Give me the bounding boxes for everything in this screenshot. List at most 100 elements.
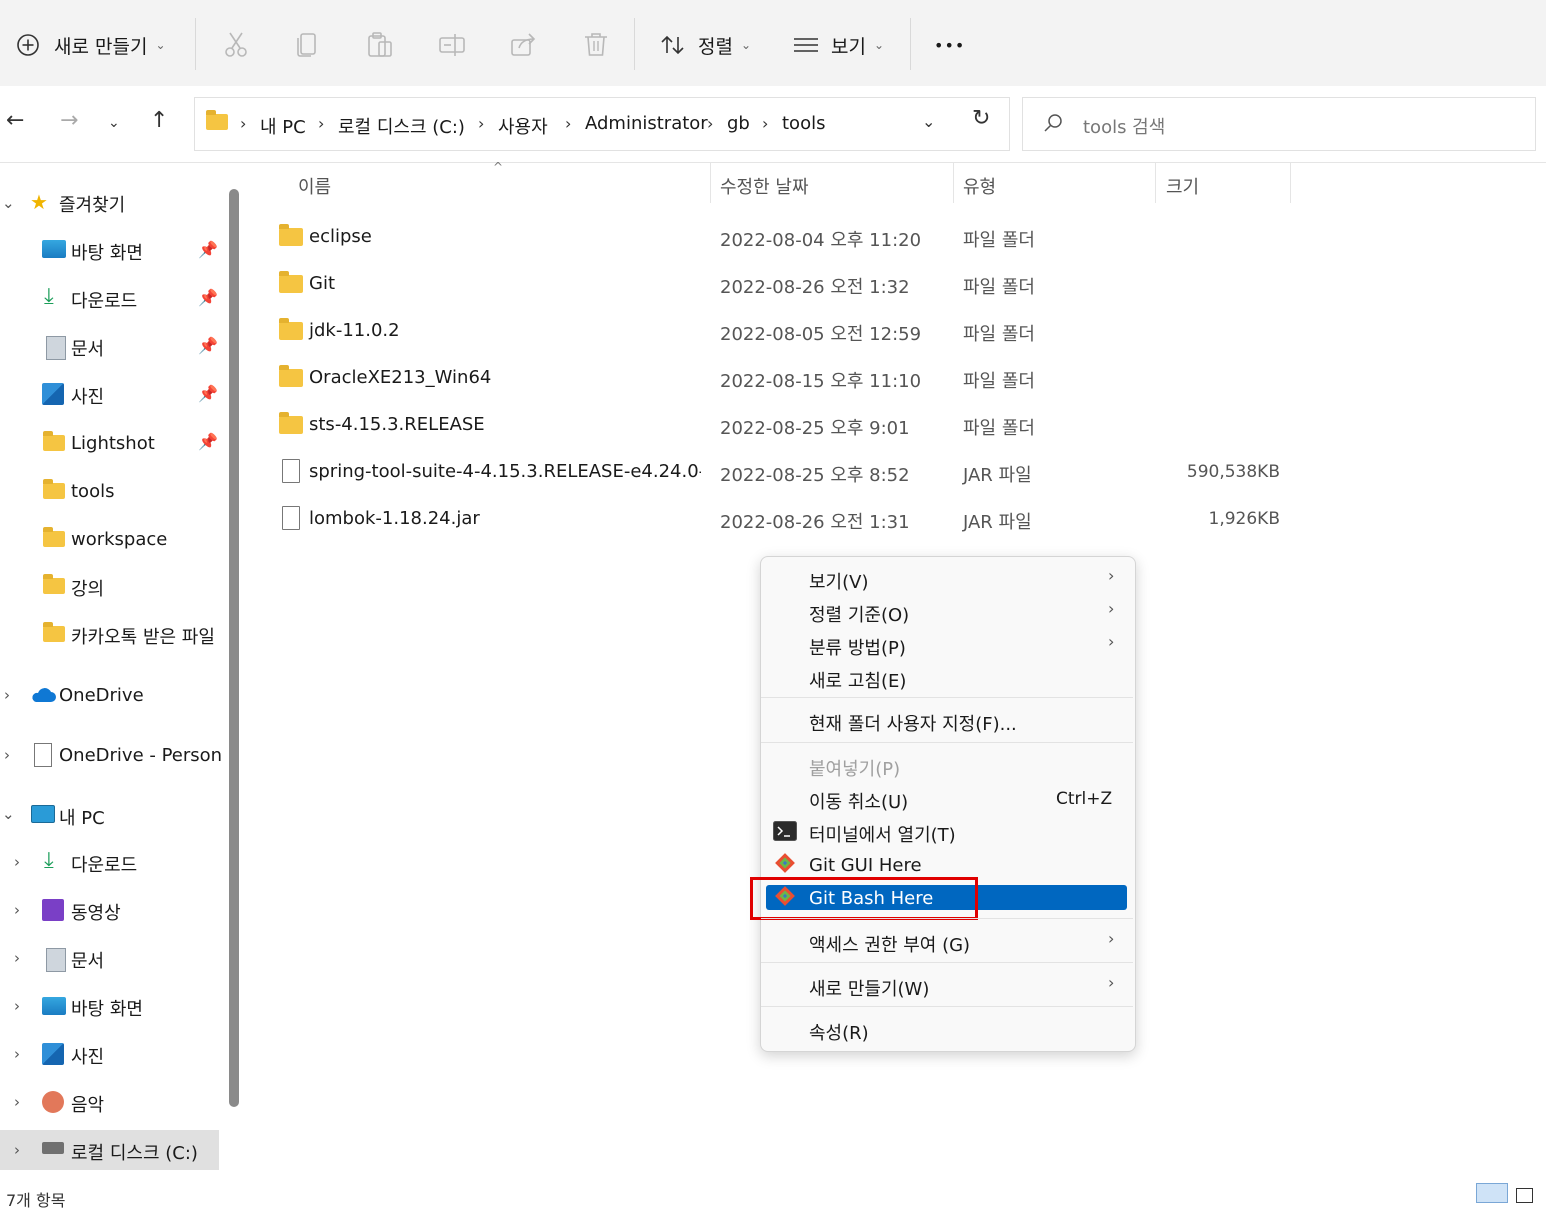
recent-chevron-icon[interactable]: ⌄: [108, 115, 120, 131]
pin-icon[interactable]: 📌: [198, 288, 218, 307]
paste-icon[interactable]: [366, 30, 394, 60]
sort-button[interactable]: 정렬 ⌄: [660, 22, 751, 68]
menu-item-group-by[interactable]: 분류 방법(P): [809, 634, 906, 660]
chevron-right-icon[interactable]: ›: [14, 949, 20, 967]
new-button[interactable]: 새로 만들기 ⌄: [16, 22, 166, 68]
sidebar-item-tools[interactable]: tools: [71, 481, 114, 502]
copy-icon[interactable]: [294, 30, 322, 60]
details-view-toggle[interactable]: [1476, 1183, 1508, 1203]
file-icon: [282, 506, 300, 530]
pin-icon[interactable]: 📌: [198, 384, 218, 403]
folder-icon: [279, 412, 303, 434]
sidebar-item-lecture[interactable]: 강의: [71, 575, 104, 601]
menu-item-git-gui[interactable]: Git GUI Here: [809, 855, 922, 876]
pc-item-desktop[interactable]: 바탕 화면: [71, 995, 143, 1021]
sidebar-onedrive-personal[interactable]: OneDrive - Personal: [59, 745, 221, 766]
column-header-name[interactable]: 이름: [298, 173, 331, 199]
pc-item-local-disk[interactable]: 로컬 디스크 (C:): [71, 1139, 198, 1165]
menu-item-properties[interactable]: 속성(R): [809, 1019, 869, 1045]
file-type: 파일 폴더: [963, 418, 1035, 439]
sidebar-item-kakaotalk[interactable]: 카카오톡 받은 파일: [71, 627, 215, 648]
forward-arrow-icon[interactable]: →: [60, 108, 78, 133]
chevron-right-icon[interactable]: ›: [4, 746, 10, 764]
sidebar-onedrive[interactable]: OneDrive: [59, 685, 144, 706]
sidebar-this-pc[interactable]: 내 PC: [59, 804, 105, 830]
more-options-button[interactable]: •••: [934, 22, 965, 68]
chevron-right-icon[interactable]: ›: [14, 901, 20, 919]
menu-item-sort-by[interactable]: 정렬 기준(O): [809, 601, 909, 627]
cut-icon[interactable]: [222, 30, 250, 60]
chevron-right-icon[interactable]: ›: [14, 997, 20, 1015]
pin-icon[interactable]: 📌: [198, 336, 218, 355]
chevron-right-icon[interactable]: ›: [4, 686, 10, 704]
breadcrumb-tools[interactable]: tools: [782, 113, 825, 134]
pc-item-documents[interactable]: 문서: [71, 947, 104, 973]
view-button[interactable]: 보기 ⌄: [793, 22, 884, 68]
column-divider[interactable]: [1155, 163, 1156, 203]
sidebar-item-workspace[interactable]: workspace: [71, 529, 167, 550]
sidebar-favorites[interactable]: 즐겨찾기: [59, 191, 125, 217]
column-divider[interactable]: [710, 163, 711, 203]
chevron-down-icon[interactable]: ⌄: [2, 805, 15, 823]
file-name[interactable]: sts-4.15.3.RELEASE: [309, 414, 485, 435]
column-divider[interactable]: [1290, 163, 1291, 203]
pc-item-downloads[interactable]: 다운로드: [71, 851, 137, 877]
menu-item-undo-move[interactable]: 이동 취소(U): [809, 788, 908, 814]
chevron-right-icon[interactable]: ›: [14, 853, 20, 871]
menu-item-view[interactable]: 보기(V): [809, 568, 868, 594]
rename-icon[interactable]: [438, 30, 466, 60]
chevron-right-icon: ›: [1108, 599, 1115, 618]
chevron-right-icon[interactable]: ›: [14, 1141, 20, 1159]
search-placeholder[interactable]: tools 검색: [1083, 113, 1165, 139]
up-arrow-icon[interactable]: ↑: [150, 108, 168, 133]
menu-item-new[interactable]: 새로 만들기(W): [809, 975, 929, 1001]
delete-icon[interactable]: [582, 30, 610, 60]
menu-separator: [761, 1006, 1133, 1007]
share-icon[interactable]: [510, 30, 538, 60]
menu-item-give-access[interactable]: 액세스 권한 부여 (G): [809, 931, 970, 957]
sidebar-item-downloads[interactable]: 다운로드: [71, 287, 137, 313]
document-icon: [46, 948, 66, 972]
breadcrumb-my-pc[interactable]: 내 PC: [260, 113, 306, 139]
file-name[interactable]: spring-tool-suite-4-4.15.3.RELEASE-e4.24…: [309, 461, 701, 482]
pin-icon[interactable]: 📌: [198, 432, 218, 451]
file-date: 2022-08-05 오전 12:59: [720, 324, 922, 345]
chevron-right-icon[interactable]: ›: [14, 1093, 20, 1111]
menu-item-refresh[interactable]: 새로 고침(E): [809, 667, 906, 693]
column-header-size[interactable]: 크기: [1166, 173, 1199, 199]
folder-icon: [43, 527, 65, 547]
sidebar-item-documents[interactable]: 문서: [71, 335, 104, 361]
sidebar-item-pictures[interactable]: 사진: [71, 383, 104, 409]
breadcrumb-users[interactable]: 사용자: [498, 113, 548, 139]
sidebar-item-desktop[interactable]: 바탕 화면: [71, 239, 143, 265]
column-divider[interactable]: [953, 163, 954, 203]
file-name[interactable]: OracleXE213_Win64: [309, 367, 491, 388]
refresh-icon[interactable]: ↻: [972, 106, 990, 131]
pc-item-music[interactable]: 음악: [71, 1091, 104, 1117]
breadcrumb-local-disk[interactable]: 로컬 디스크 (C:): [338, 113, 465, 139]
menu-item-open-terminal[interactable]: 터미널에서 열기(T): [809, 821, 956, 847]
git-icon: [775, 853, 795, 873]
breadcrumb-administrator[interactable]: Administrator: [585, 113, 708, 134]
back-arrow-icon[interactable]: ←: [6, 108, 24, 133]
menu-item-paste[interactable]: 붙여넣기(P): [809, 755, 900, 781]
pc-item-pictures[interactable]: 사진: [71, 1043, 104, 1069]
breadcrumb-gb[interactable]: gb: [727, 113, 750, 134]
file-name[interactable]: Git: [309, 273, 335, 294]
pin-icon[interactable]: 📌: [198, 240, 218, 259]
pc-item-videos[interactable]: 동영상: [71, 899, 121, 925]
file-name[interactable]: jdk-11.0.2: [309, 320, 400, 341]
file-name[interactable]: lombok-1.18.24.jar: [309, 508, 480, 529]
menu-item-customize-folder[interactable]: 현재 폴더 사용자 지정(F)...: [809, 710, 1017, 736]
chevron-right-icon[interactable]: ›: [14, 1045, 20, 1063]
file-icon: [282, 459, 300, 483]
address-dropdown-icon[interactable]: ⌄: [922, 112, 935, 131]
chevron-down-icon[interactable]: ⌄: [2, 194, 15, 212]
sidebar-item-lightshot[interactable]: Lightshot: [71, 433, 155, 454]
column-header-date[interactable]: 수정한 날짜: [720, 173, 809, 199]
videos-icon: [42, 899, 64, 921]
sidebar-scrollbar[interactable]: [229, 189, 239, 1107]
new-button-label: 새로 만들기: [54, 35, 148, 58]
file-name[interactable]: eclipse: [309, 226, 372, 247]
column-header-type[interactable]: 유형: [963, 173, 996, 199]
